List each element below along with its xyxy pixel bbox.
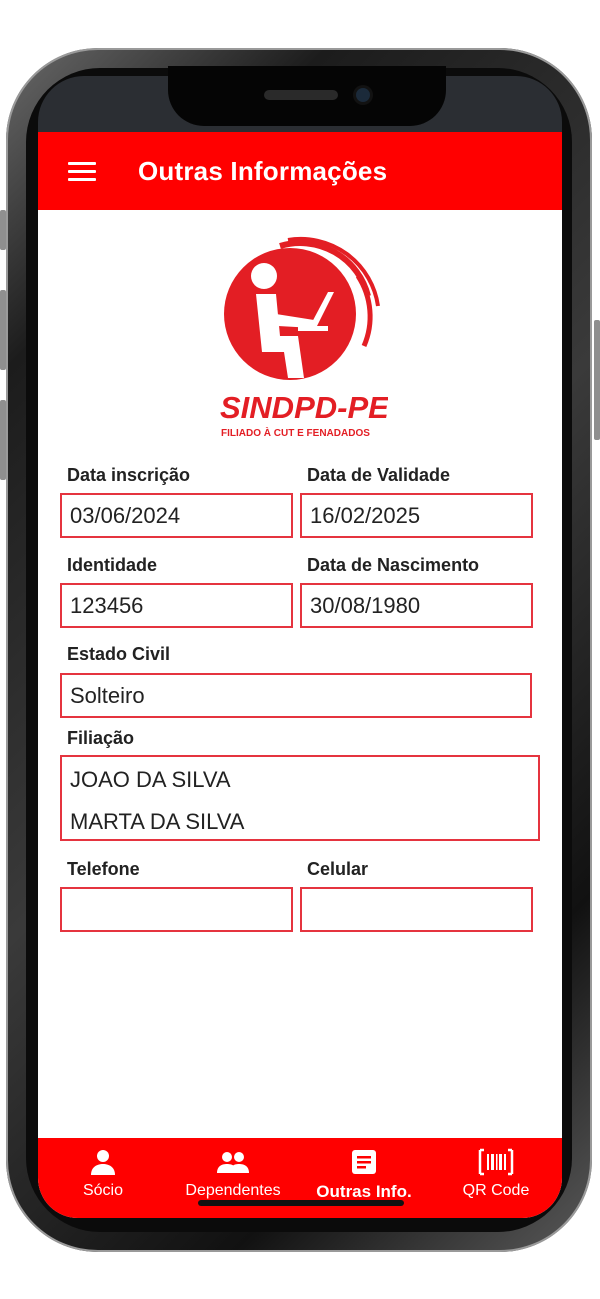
nav-socio[interactable]: Sócio (43, 1148, 163, 1200)
sindpd-logo: SINDPD-PE FILIADO À CUT E FENADADOS (218, 236, 390, 446)
nav-outras-info-label: Outras Info. (316, 1182, 412, 1201)
speaker (264, 90, 338, 100)
filiacao-field[interactable]: JOAO DA SILVA MARTA DA SILVA (60, 755, 540, 841)
logo-tagline: FILIADO À CUT E FENADADOS (221, 426, 370, 439)
side-button (0, 210, 6, 250)
side-button (594, 320, 600, 440)
nav-dependentes[interactable]: Dependentes (173, 1148, 293, 1200)
front-camera (356, 88, 370, 102)
telefone-field[interactable] (60, 887, 293, 932)
data-inscricao-field[interactable]: 03/06/2024 (60, 493, 293, 538)
people-icon (217, 1152, 249, 1173)
person-icon (91, 1150, 115, 1175)
nav-socio-label: Sócio (82, 1182, 124, 1199)
data-nascimento-field[interactable]: 30/08/1980 (300, 583, 533, 628)
label-filiacao: Filiação (67, 728, 135, 748)
celular-field[interactable] (300, 887, 533, 932)
label-estado-civil: Estado Civil (67, 644, 171, 664)
data-validade-field[interactable]: 16/02/2025 (300, 493, 533, 538)
menu-icon[interactable] (68, 162, 96, 182)
nav-outras-info[interactable]: Outras Info. (304, 1148, 424, 1202)
estado-civil-field[interactable]: Solteiro (60, 673, 532, 718)
label-identidade: Identidade (67, 555, 158, 575)
identidade-field[interactable]: 123456 (60, 583, 293, 628)
barcode-icon (478, 1148, 514, 1176)
document-icon (352, 1150, 376, 1174)
nav-qr-code[interactable]: QR Code (436, 1148, 556, 1200)
label-telefone: Telefone (67, 859, 140, 879)
label-data-validade: Data de Validade (307, 465, 451, 485)
bottom-navigation: Sócio Dependentes Outras Info. QR Code (38, 1138, 562, 1218)
nav-qr-code-label: QR Code (462, 1182, 530, 1199)
side-button (0, 290, 6, 370)
label-data-nascimento: Data de Nascimento (307, 555, 480, 575)
home-indicator[interactable] (198, 1200, 404, 1206)
app-screen: Outras Informações SINDPD-PE FILIADO À C… (38, 132, 562, 1218)
label-celular: Celular (307, 859, 369, 879)
app-bar: Outras Informações (38, 132, 562, 210)
logo-emblem-icon: SINDPD-PE FILIADO À CUT E FENADADOS (220, 236, 390, 439)
label-data-inscricao: Data inscrição (67, 465, 191, 485)
nav-dependentes-label: Dependentes (185, 1182, 281, 1199)
logo-wordmark: SINDPD-PE (220, 390, 388, 425)
page-title: Outras Informações (138, 156, 388, 186)
side-button (0, 400, 6, 480)
